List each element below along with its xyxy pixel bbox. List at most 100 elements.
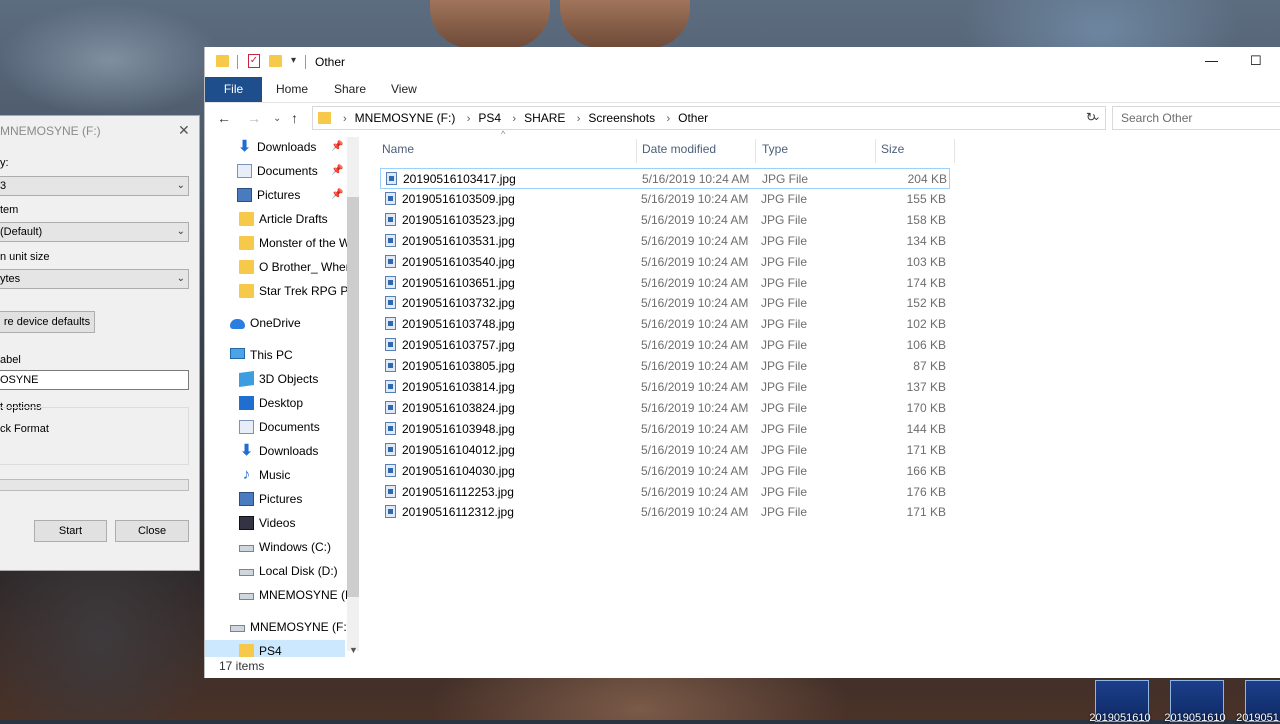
quick-format-checkbox[interactable]: ck Format [0,423,49,435]
jpg-file-icon [385,400,396,414]
table-row[interactable]: 20190516104030.jpg 5/16/2019 10:24 AM JPG … [380,461,950,482]
file-type: JPG File [761,191,808,206]
column-divider[interactable] [875,139,876,163]
chevron-down-icon[interactable]: ▼ [349,645,358,655]
jpg-file-icon [386,172,397,185]
file-size: 137 KB [906,380,946,394]
file-name: 20190516103824.jpg [402,400,515,415]
scrollbar-thumb[interactable] [347,197,359,597]
table-row[interactable]: 20190516104012.jpg 5/16/2019 10:24 AM JPG … [380,440,950,461]
tab-share[interactable]: Share [334,77,366,102]
nav-pane-scrollbar[interactable]: ▼ [347,137,359,655]
crumb-drive[interactable]: MNEMOSYNE (F:) [355,111,456,125]
wallpaper-figure [430,0,550,48]
column-divider[interactable] [755,139,756,163]
refresh-icon[interactable]: ↻ [1086,110,1096,124]
file-date: 5/16/2019 10:24 AM [641,317,749,332]
nav-item-documents-pinned[interactable]: Documents 📌 [237,160,347,182]
filesystem-select[interactable]: (Default) ⌄ [0,222,189,242]
column-header-size[interactable]: Size [881,139,904,159]
nav-item-ps4[interactable]: PS4 [205,640,345,657]
column-divider[interactable] [954,139,955,163]
file-date: 5/16/2019 10:24 AM [641,400,749,415]
search-input[interactable]: Search Other [1112,106,1280,130]
format-dialog-title: MNEMOSYNE (F:) [0,124,101,138]
capacity-select[interactable]: 3 ⌄ [0,176,189,196]
table-row[interactable]: 20190516103748.jpg 5/16/2019 10:24 AM JPG … [380,314,950,335]
column-header-date[interactable]: Date modified [642,139,716,159]
table-row[interactable]: 20190516103540.jpg 5/16/2019 10:24 AM JPG … [380,252,950,273]
jpg-file-icon [385,317,396,331]
table-row[interactable]: 20190516112312.jpg 5/16/2019 10:24 AM JPG … [380,502,950,523]
table-row[interactable]: 20190516103651.jpg 5/16/2019 10:24 AM JPG … [380,273,950,294]
customize-toolbar-icon[interactable]: ▾ [291,55,296,66]
new-folder-icon[interactable] [269,55,282,67]
forward-arrow-icon[interactable]: → [247,110,261,126]
crumb-ps4[interactable]: PS4 [478,111,501,125]
crumb-other[interactable]: Other [678,111,708,125]
nav-item-label: Article Drafts [259,212,328,226]
file-size: 176 KB [906,484,946,499]
pictures-icon [237,188,252,202]
table-row[interactable]: 20190516103824.jpg 5/16/2019 10:24 AM JPG … [380,398,950,419]
minimize-button[interactable]: — [1205,53,1218,68]
file-name: 20190516103651.jpg [402,275,515,290]
restore-defaults-button[interactable]: re device defaults [0,311,95,333]
start-button[interactable]: Start [34,520,107,542]
tab-file[interactable]: File [205,77,262,102]
table-row[interactable]: 20190516103805.jpg 5/16/2019 10:24 AM JPG … [380,356,950,377]
close-icon[interactable]: ✕ [178,122,190,139]
tab-home[interactable]: Home [276,77,308,102]
folder-icon [216,55,229,67]
table-row[interactable]: 20190516103523.jpg 5/16/2019 10:24 AM JPG … [380,210,950,231]
file-size: 134 KB [906,233,946,248]
file-date: 5/16/2019 10:24 AM [641,484,749,499]
recent-locations-icon[interactable]: ⌄ [273,113,281,124]
table-row[interactable]: 20190516103732.jpg 5/16/2019 10:24 AM JPG … [380,293,950,314]
table-row[interactable]: 20190516103948.jpg 5/16/2019 10:24 AM JPG … [380,419,950,440]
back-arrow-icon[interactable]: ← [217,110,231,126]
nav-item-downloads-pinned[interactable]: ⬇ Downloads 📌 [237,136,347,158]
file-type: JPG File [761,317,808,332]
chevron-right-icon: › [466,113,471,125]
desktop-icon [239,396,254,410]
allocation-label: n unit size [0,251,50,263]
nav-item-label: Star Trek RPG Pe [259,284,356,298]
folder-icon [239,644,254,657]
table-row[interactable]: 20190516112253.jpg 5/16/2019 10:24 AM JPG … [380,482,950,503]
crumb-share[interactable]: SHARE [524,111,565,125]
file-name: 20190516104030.jpg [402,463,515,478]
table-row[interactable]: 20190516103814.jpg 5/16/2019 10:24 AM JPG … [380,377,950,398]
table-row[interactable]: 20190516103417.jpg 5/16/2019 10:24 AM JPG … [380,168,950,189]
column-header-type[interactable]: Type [762,139,788,159]
tab-view[interactable]: View [391,77,417,102]
allocation-value: ytes [0,273,21,285]
column-header-name[interactable]: Name [382,139,414,159]
wallpaper-figure [560,0,690,48]
filesystem-value: (Default) [0,226,43,238]
crumb-screenshots[interactable]: Screenshots [588,111,655,125]
maximize-button[interactable]: ☐ [1250,53,1262,69]
file-type: JPG File [761,359,808,374]
up-arrow-icon[interactable]: ↑ [291,110,298,126]
table-row[interactable]: 20190516103531.jpg 5/16/2019 10:24 AM JPG … [380,231,950,252]
volume-label-input[interactable]: OSYNE [0,370,189,390]
column-divider[interactable] [636,139,637,163]
file-date: 5/16/2019 10:24 AM [641,338,749,353]
address-bar[interactable]: › MNEMOSYNE (F:) › PS4 › SHARE › Screenshots… [312,106,1106,130]
file-date: 5/16/2019 10:24 AM [641,359,749,374]
this-pc-icon [230,348,245,359]
nav-item-pictures-pinned[interactable]: Pictures 📌 [237,184,347,206]
close-button[interactable]: Close [115,520,189,542]
jpg-file-icon [385,275,396,289]
nav-item-label: Local Disk (D:) [259,564,338,578]
file-date: 5/16/2019 10:24 AM [641,212,749,227]
table-row[interactable]: 20190516103757.jpg 5/16/2019 10:24 AM JPG … [380,335,950,356]
table-row[interactable]: 20190516103509.jpg 5/16/2019 10:24 AM JPG … [380,189,950,210]
file-name: 20190516103417.jpg [403,172,516,186]
chevron-right-icon: › [576,113,581,125]
allocation-select[interactable]: ytes ⌄ [0,269,189,289]
properties-icon[interactable]: ✓ [248,54,260,68]
nav-item-label: Documents [259,420,320,434]
music-icon: ♪ [242,466,251,483]
